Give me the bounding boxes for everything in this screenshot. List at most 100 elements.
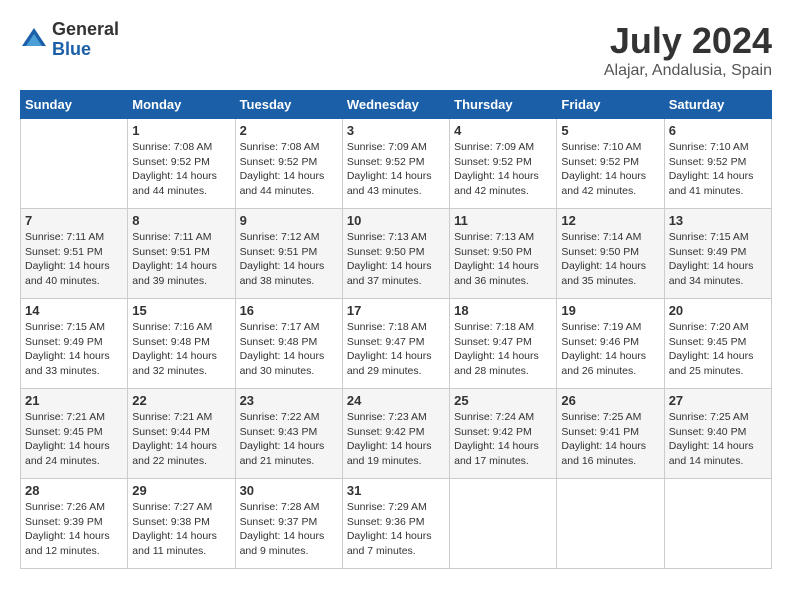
day-info: Sunrise: 7:24 AM Sunset: 9:42 PM Dayligh…	[454, 410, 552, 469]
day-info: Sunrise: 7:28 AM Sunset: 9:37 PM Dayligh…	[240, 500, 338, 559]
day-info: Sunrise: 7:15 AM Sunset: 9:49 PM Dayligh…	[25, 320, 123, 379]
calendar-cell: 5 Sunrise: 7:10 AM Sunset: 9:52 PM Daylig…	[557, 119, 664, 209]
day-number: 24	[347, 393, 445, 408]
calendar-cell: 8Sunrise: 7:11 AM Sunset: 9:51 PM Daylig…	[128, 209, 235, 299]
month-year-title: July 2024	[604, 20, 772, 62]
calendar-cell: 28 Sunrise: 7:26 AM Sunset: 9:39 PM Dayli…	[21, 479, 128, 569]
day-info: Sunrise: 7:17 AM Sunset: 9:48 PM Dayligh…	[240, 320, 338, 379]
calendar-cell: 4 Sunrise: 7:09 AM Sunset: 9:52 PM Daylig…	[450, 119, 557, 209]
day-number: 19	[561, 303, 659, 318]
logo-blue: Blue	[52, 40, 119, 60]
day-number: 7	[25, 213, 123, 228]
calendar-cell: 12 Sunrise: 7:14 AM Sunset: 9:50 PM Dayli…	[557, 209, 664, 299]
calendar-cell: 7Sunrise: 7:11 AM Sunset: 9:51 PM Daylig…	[21, 209, 128, 299]
week-row-2: 14 Sunrise: 7:15 AM Sunset: 9:49 PM Dayli…	[21, 299, 772, 389]
calendar-cell: 17Sunrise: 7:18 AM Sunset: 9:47 PM Dayli…	[342, 299, 449, 389]
day-info: Sunrise: 7:12 AM Sunset: 9:51 PM Dayligh…	[240, 230, 338, 289]
page-header: General Blue July 2024 Alajar, Andalusia…	[20, 20, 772, 80]
day-number: 20	[669, 303, 767, 318]
day-number: 4	[454, 123, 552, 138]
day-number: 14	[25, 303, 123, 318]
calendar-cell	[557, 479, 664, 569]
day-info: Sunrise: 7:18 AM Sunset: 9:47 PM Dayligh…	[454, 320, 552, 379]
day-info: Sunrise: 7:10 AM Sunset: 9:52 PM Dayligh…	[561, 140, 659, 199]
day-number: 30	[240, 483, 338, 498]
day-info: Sunrise: 7:13 AM Sunset: 9:50 PM Dayligh…	[454, 230, 552, 289]
day-number: 8	[132, 213, 230, 228]
day-number: 1	[132, 123, 230, 138]
header-friday: Friday	[557, 91, 664, 119]
day-info: Sunrise: 7:29 AM Sunset: 9:36 PM Dayligh…	[347, 500, 445, 559]
calendar-cell: 26 Sunrise: 7:25 AM Sunset: 9:41 PM Dayli…	[557, 389, 664, 479]
day-info: Sunrise: 7:25 AM Sunset: 9:40 PM Dayligh…	[669, 410, 767, 469]
day-info: Sunrise: 7:19 AM Sunset: 9:46 PM Dayligh…	[561, 320, 659, 379]
calendar-cell: 25Sunrise: 7:24 AM Sunset: 9:42 PM Dayli…	[450, 389, 557, 479]
day-number: 13	[669, 213, 767, 228]
day-info: Sunrise: 7:10 AM Sunset: 9:52 PM Dayligh…	[669, 140, 767, 199]
day-info: Sunrise: 7:09 AM Sunset: 9:52 PM Dayligh…	[454, 140, 552, 199]
header-sunday: Sunday	[21, 91, 128, 119]
day-number: 27	[669, 393, 767, 408]
calendar-cell: 11 Sunrise: 7:13 AM Sunset: 9:50 PM Dayli…	[450, 209, 557, 299]
calendar-cell: 6Sunrise: 7:10 AM Sunset: 9:52 PM Daylig…	[664, 119, 771, 209]
header-monday: Monday	[128, 91, 235, 119]
day-info: Sunrise: 7:15 AM Sunset: 9:49 PM Dayligh…	[669, 230, 767, 289]
title-section: July 2024 Alajar, Andalusia, Spain	[604, 20, 772, 80]
header-thursday: Thursday	[450, 91, 557, 119]
logo: General Blue	[20, 20, 119, 60]
day-number: 5	[561, 123, 659, 138]
day-number: 10	[347, 213, 445, 228]
calendar-cell: 18Sunrise: 7:18 AM Sunset: 9:47 PM Dayli…	[450, 299, 557, 389]
calendar-cell: 14 Sunrise: 7:15 AM Sunset: 9:49 PM Dayli…	[21, 299, 128, 389]
day-info: Sunrise: 7:18 AM Sunset: 9:47 PM Dayligh…	[347, 320, 445, 379]
day-info: Sunrise: 7:20 AM Sunset: 9:45 PM Dayligh…	[669, 320, 767, 379]
day-info: Sunrise: 7:14 AM Sunset: 9:50 PM Dayligh…	[561, 230, 659, 289]
calendar-cell: 27 Sunrise: 7:25 AM Sunset: 9:40 PM Dayli…	[664, 389, 771, 479]
calendar-cell: 10Sunrise: 7:13 AM Sunset: 9:50 PM Dayli…	[342, 209, 449, 299]
calendar-cell: 1Sunrise: 7:08 AM Sunset: 9:52 PM Daylig…	[128, 119, 235, 209]
week-row-1: 7Sunrise: 7:11 AM Sunset: 9:51 PM Daylig…	[21, 209, 772, 299]
day-info: Sunrise: 7:22 AM Sunset: 9:43 PM Dayligh…	[240, 410, 338, 469]
calendar-cell: 2 Sunrise: 7:08 AM Sunset: 9:52 PM Daylig…	[235, 119, 342, 209]
calendar-cell: 9 Sunrise: 7:12 AM Sunset: 9:51 PM Daylig…	[235, 209, 342, 299]
day-info: Sunrise: 7:26 AM Sunset: 9:39 PM Dayligh…	[25, 500, 123, 559]
calendar-cell: 30 Sunrise: 7:28 AM Sunset: 9:37 PM Dayli…	[235, 479, 342, 569]
day-info: Sunrise: 7:16 AM Sunset: 9:48 PM Dayligh…	[132, 320, 230, 379]
day-number: 23	[240, 393, 338, 408]
calendar-cell: 24 Sunrise: 7:23 AM Sunset: 9:42 PM Dayli…	[342, 389, 449, 479]
day-number: 28	[25, 483, 123, 498]
day-info: Sunrise: 7:27 AM Sunset: 9:38 PM Dayligh…	[132, 500, 230, 559]
day-info: Sunrise: 7:25 AM Sunset: 9:41 PM Dayligh…	[561, 410, 659, 469]
day-number: 12	[561, 213, 659, 228]
logo-general: General	[52, 20, 119, 40]
day-number: 11	[454, 213, 552, 228]
calendar-body: 1 Sunrise: 7:08 AM Sunset: 9:52 PM Daylig…	[21, 119, 772, 569]
calendar-cell: 31 Sunrise: 7:29 AM Sunset: 9:36 PM Dayli…	[342, 479, 449, 569]
calendar-cell: 15Sunrise: 7:16 AM Sunset: 9:48 PM Dayli…	[128, 299, 235, 389]
calendar-cell	[664, 479, 771, 569]
day-number: 26	[561, 393, 659, 408]
calendar-cell: 16Sunrise: 7:17 AM Sunset: 9:48 PM Dayli…	[235, 299, 342, 389]
header-wednesday: Wednesday	[342, 91, 449, 119]
day-info: Sunrise: 7:23 AM Sunset: 9:42 PM Dayligh…	[347, 410, 445, 469]
calendar-cell: 3Sunrise: 7:09 AM Sunset: 9:52 PM Daylig…	[342, 119, 449, 209]
week-row-3: 21Sunrise: 7:21 AM Sunset: 9:45 PM Dayli…	[21, 389, 772, 479]
day-number: 22	[132, 393, 230, 408]
week-row-4: 28 Sunrise: 7:26 AM Sunset: 9:39 PM Dayli…	[21, 479, 772, 569]
calendar-cell: 29Sunrise: 7:27 AM Sunset: 9:38 PM Dayli…	[128, 479, 235, 569]
calendar-cell: 22 Sunrise: 7:21 AM Sunset: 9:44 PM Dayli…	[128, 389, 235, 479]
day-number: 9	[240, 213, 338, 228]
logo-text: General Blue	[52, 20, 119, 60]
day-number: 31	[347, 483, 445, 498]
week-row-0: 1 Sunrise: 7:08 AM Sunset: 9:52 PM Daylig…	[21, 119, 772, 209]
calendar-table: SundayMondayTuesdayWednesdayThursdayFrid…	[20, 90, 772, 569]
day-number: 3	[347, 123, 445, 138]
header-saturday: Saturday	[664, 91, 771, 119]
calendar-cell	[21, 119, 128, 209]
day-info: Sunrise: 7:08 AM Sunset: 9:52 PM Dayligh…	[240, 140, 338, 199]
day-info: Sunrise: 7:21 AM Sunset: 9:45 PM Dayligh…	[25, 410, 123, 469]
day-number: 2	[240, 123, 338, 138]
calendar-cell: 21Sunrise: 7:21 AM Sunset: 9:45 PM Dayli…	[21, 389, 128, 479]
calendar-cell: 13 Sunrise: 7:15 AM Sunset: 9:49 PM Dayli…	[664, 209, 771, 299]
day-info: Sunrise: 7:21 AM Sunset: 9:44 PM Dayligh…	[132, 410, 230, 469]
